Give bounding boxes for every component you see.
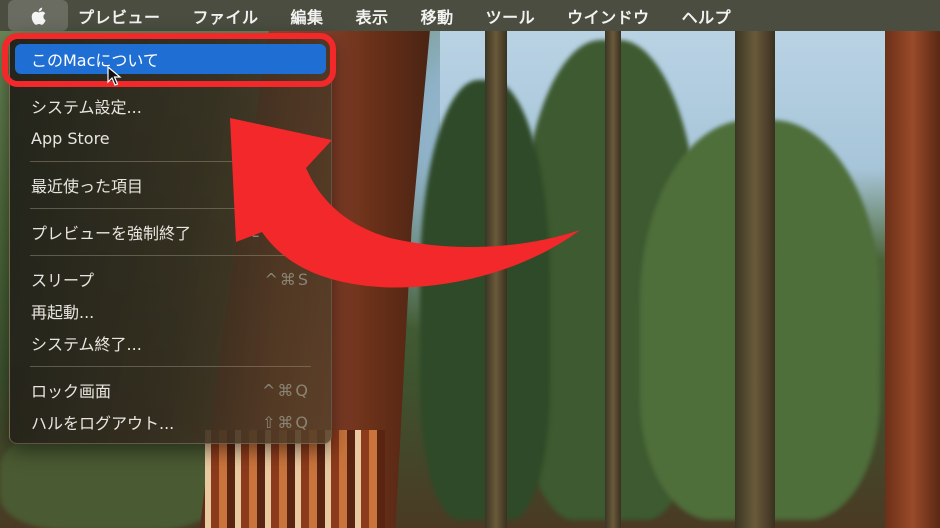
menu-separator (30, 366, 311, 367)
menu-go[interactable]: 移動 (405, 4, 470, 28)
mouse-cursor-icon (107, 66, 122, 86)
menu-item-shortcut: ^⌘Q (262, 380, 310, 400)
annotation-highlight-ring (2, 33, 336, 87)
menu-item-label: 最近使った項目 (31, 177, 144, 196)
menu-edit[interactable]: 編集 (275, 4, 340, 28)
menu-item-recent-items[interactable]: 最近使った項目 (15, 170, 326, 200)
menu-tools[interactable]: ツール (470, 4, 552, 28)
menu-help[interactable]: ヘルプ (666, 4, 748, 28)
menu-item-label: 再起動... (31, 303, 95, 322)
menu-item-label: ロック画面 (31, 382, 112, 401)
menu-item-restart[interactable]: 再起動... (15, 296, 326, 326)
menu-item-label: システム終了... (31, 335, 142, 354)
wallpaper-redwood (885, 30, 940, 528)
menu-item-label: App Store (31, 128, 110, 148)
menu-separator (30, 255, 311, 256)
menu-item-shortcut: ^⌘S (264, 269, 310, 289)
menu-item-lock-screen[interactable]: ロック画面 ^⌘Q (15, 375, 326, 405)
apple-menu-button[interactable] (8, 0, 68, 31)
menu-item-label: スリープ (31, 271, 95, 290)
menu-item-shortcut: ⇧⌘Q (262, 412, 310, 432)
wallpaper-trunk (735, 30, 775, 528)
menu-item-label: ハルをログアウト... (31, 414, 175, 433)
menu-item-force-quit[interactable]: プレビューを強制終了 ⌥⇧⌘⎋ (15, 217, 326, 247)
wallpaper-trunk (485, 30, 507, 528)
menu-item-shut-down[interactable]: システム終了... (15, 328, 326, 358)
apple-menu-dropdown: このMacについて システム設定... App Store 最近使った項目 プレ… (9, 35, 332, 444)
menu-item-log-out[interactable]: ハルをログアウト... ⇧⌘Q (15, 407, 326, 437)
menu-item-sleep[interactable]: スリープ ^⌘S (15, 264, 326, 294)
wallpaper-redwood-base (205, 430, 385, 528)
menu-bar: プレビュー ファイル 編集 表示 移動 ツール ウインドウ ヘルプ (0, 0, 940, 31)
menu-separator (30, 208, 311, 209)
wallpaper-trunk (605, 30, 621, 528)
menu-item-shortcut: ⌥⇧⌘⎋ (241, 222, 310, 241)
apple-logo-icon (31, 7, 46, 25)
menu-view[interactable]: 表示 (340, 4, 405, 28)
menu-item-app-store[interactable]: App Store (15, 123, 326, 153)
menu-app-preview[interactable]: プレビュー (68, 4, 177, 28)
menu-separator (30, 161, 311, 162)
menu-file[interactable]: ファイル (177, 4, 275, 28)
menu-item-system-settings[interactable]: システム設定... (15, 91, 326, 121)
menu-item-label: プレビューを強制終了 (31, 224, 192, 243)
menu-item-label: システム設定... (31, 98, 142, 117)
menu-window[interactable]: ウインドウ (551, 4, 666, 28)
